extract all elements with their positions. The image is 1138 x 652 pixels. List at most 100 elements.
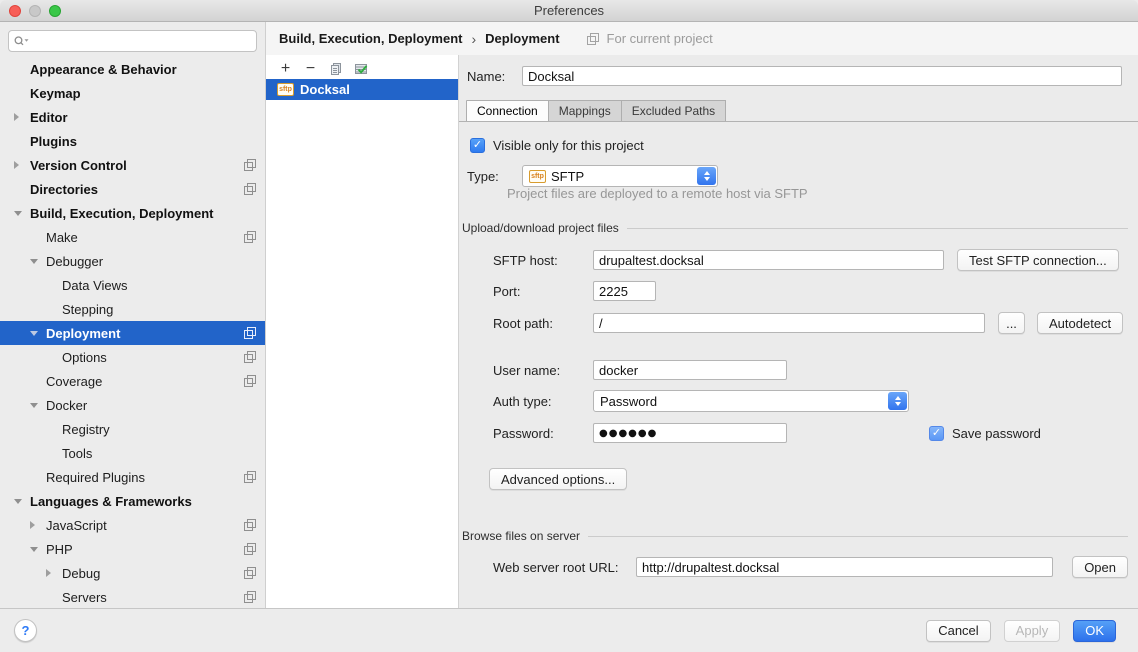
web-root-input[interactable] — [636, 557, 1053, 577]
sidebar-item-appearance-behavior[interactable]: Appearance & Behavior — [0, 57, 265, 81]
breadcrumb-item[interactable]: Build, Execution, Deployment — [279, 31, 462, 46]
sidebar-item-label: Data Views — [62, 278, 128, 293]
sidebar-item-php[interactable]: PHP — [0, 537, 265, 561]
tree-arrow-spacer — [14, 136, 30, 146]
chevron-down-icon[interactable] — [30, 400, 46, 410]
sidebar-item-plugins[interactable]: Plugins — [0, 129, 265, 153]
copy-icon[interactable] — [323, 60, 348, 78]
auth-type-select[interactable]: Password — [593, 390, 909, 412]
dropdown-stepper-icon[interactable] — [697, 167, 716, 185]
chevron-down-icon[interactable] — [30, 544, 46, 554]
for-current-project-icon — [244, 183, 256, 195]
sidebar-item-stepping[interactable]: Stepping — [0, 297, 265, 321]
sidebar-item-label: Docker — [46, 398, 87, 413]
breadcrumb-item[interactable]: Deployment — [485, 31, 559, 46]
sidebar-item-version-control[interactable]: Version Control — [0, 153, 265, 177]
sidebar-item-directories[interactable]: Directories — [0, 177, 265, 201]
dropdown-stepper-icon[interactable] — [888, 392, 907, 410]
sidebar-item-coverage[interactable]: Coverage — [0, 369, 265, 393]
tab-mappings[interactable]: Mappings — [549, 100, 622, 122]
sidebar-item-label: Options — [62, 350, 107, 365]
root-path-row: Root path: ... Autodetect — [459, 312, 1128, 334]
sidebar-item-debug[interactable]: Debug — [0, 561, 265, 585]
sidebar-item-javascript[interactable]: JavaScript — [0, 513, 265, 537]
window-title: Preferences — [0, 0, 1138, 22]
sidebar-item-editor[interactable]: Editor — [0, 105, 265, 129]
chevron-down-icon[interactable] — [14, 208, 30, 218]
tab-connection[interactable]: Connection — [466, 100, 549, 122]
dialog-footer: ? Cancel Apply OK — [0, 608, 1138, 652]
sidebar-item-label: Keymap — [30, 86, 81, 101]
chevron-down-icon[interactable] — [30, 328, 46, 338]
add-icon[interactable]: + — [273, 60, 298, 78]
type-select[interactable]: sftp SFTP — [522, 165, 718, 187]
port-input[interactable] — [593, 281, 656, 301]
help-button[interactable]: ? — [14, 619, 37, 642]
sidebar-item-label: Make — [46, 230, 78, 245]
test-sftp-connection-button[interactable]: Test SFTP connection... — [957, 249, 1119, 271]
port-label: Port: — [493, 284, 593, 299]
password-input[interactable] — [593, 423, 787, 443]
browse-section-title: Browse files on server — [462, 529, 580, 543]
for-current-project-icon — [244, 567, 256, 579]
name-input[interactable] — [522, 66, 1122, 86]
chevron-right-icon[interactable] — [14, 160, 30, 170]
sidebar-item-servers[interactable]: Servers — [0, 585, 265, 608]
sidebar-item-required-plugins[interactable]: Required Plugins — [0, 465, 265, 489]
web-root-row: Web server root URL: Open — [459, 556, 1128, 578]
sidebar-item-options[interactable]: Options — [0, 345, 265, 369]
visible-only-checkbox[interactable] — [470, 138, 485, 153]
sidebar-item-label: Debugger — [46, 254, 103, 269]
apply-button[interactable]: Apply — [1004, 620, 1061, 642]
sidebar-item-languages-frameworks[interactable]: Languages & Frameworks — [0, 489, 265, 513]
password-label: Password: — [493, 426, 593, 441]
ok-button[interactable]: OK — [1073, 620, 1116, 642]
tab-divider — [459, 121, 1138, 122]
chevron-right-icon[interactable] — [46, 568, 62, 578]
sidebar-item-label: Directories — [30, 182, 98, 197]
chevron-down-icon[interactable] — [14, 496, 30, 506]
sidebar-item-data-views[interactable]: Data Views — [0, 273, 265, 297]
search-icon — [13, 35, 30, 48]
server-item-docksal[interactable]: sftpDocksal — [266, 79, 458, 100]
sidebar-item-debugger[interactable]: Debugger — [0, 249, 265, 273]
sidebar-item-docker[interactable]: Docker — [0, 393, 265, 417]
sidebar-item-label: Languages & Frameworks — [30, 494, 192, 509]
tab-excluded-paths[interactable]: Excluded Paths — [622, 100, 726, 122]
sidebar-item-make[interactable]: Make — [0, 225, 265, 249]
save-password-checkbox[interactable] — [929, 426, 944, 441]
sftp-host-input[interactable] — [593, 250, 944, 270]
tree-arrow-spacer — [46, 592, 62, 602]
sidebar-item-tools[interactable]: Tools — [0, 441, 265, 465]
user-name-row: User name: — [459, 359, 1128, 381]
advanced-options-button[interactable]: Advanced options... — [489, 468, 627, 490]
autodetect-button[interactable]: Autodetect — [1037, 312, 1123, 334]
cancel-button[interactable]: Cancel — [926, 620, 990, 642]
root-path-input[interactable] — [593, 313, 985, 333]
user-name-label: User name: — [493, 363, 593, 378]
browse-root-path-button[interactable]: ... — [998, 312, 1025, 334]
section-divider — [627, 228, 1128, 229]
tree-arrow-spacer — [14, 88, 30, 98]
user-name-input[interactable] — [593, 360, 787, 380]
sidebar-item-label: PHP — [46, 542, 73, 557]
sidebar-item-registry[interactable]: Registry — [0, 417, 265, 441]
search-box[interactable] — [8, 30, 257, 52]
tree-arrow-spacer — [46, 424, 62, 434]
chevron-down-icon[interactable] — [30, 256, 46, 266]
auth-type-row: Auth type: Password — [459, 390, 1128, 412]
sidebar-item-build-execution-deployment[interactable]: Build, Execution, Deployment — [0, 201, 265, 225]
for-current-project-icon — [244, 519, 256, 531]
upload-section-header: Upload/download project files — [462, 220, 1128, 236]
sidebar-item-keymap[interactable]: Keymap — [0, 81, 265, 105]
root-path-label: Root path: — [493, 316, 593, 331]
chevron-right-icon[interactable] — [14, 112, 30, 122]
for-current-project-icon — [244, 351, 256, 363]
remove-icon[interactable]: − — [298, 60, 323, 78]
chevron-right-icon[interactable] — [30, 520, 46, 530]
title-bar[interactable]: Preferences — [0, 0, 1138, 22]
search-input[interactable] — [30, 32, 252, 50]
sidebar-item-deployment[interactable]: Deployment — [0, 321, 265, 345]
use-as-default-icon[interactable] — [348, 60, 373, 78]
open-button[interactable]: Open — [1072, 556, 1128, 578]
